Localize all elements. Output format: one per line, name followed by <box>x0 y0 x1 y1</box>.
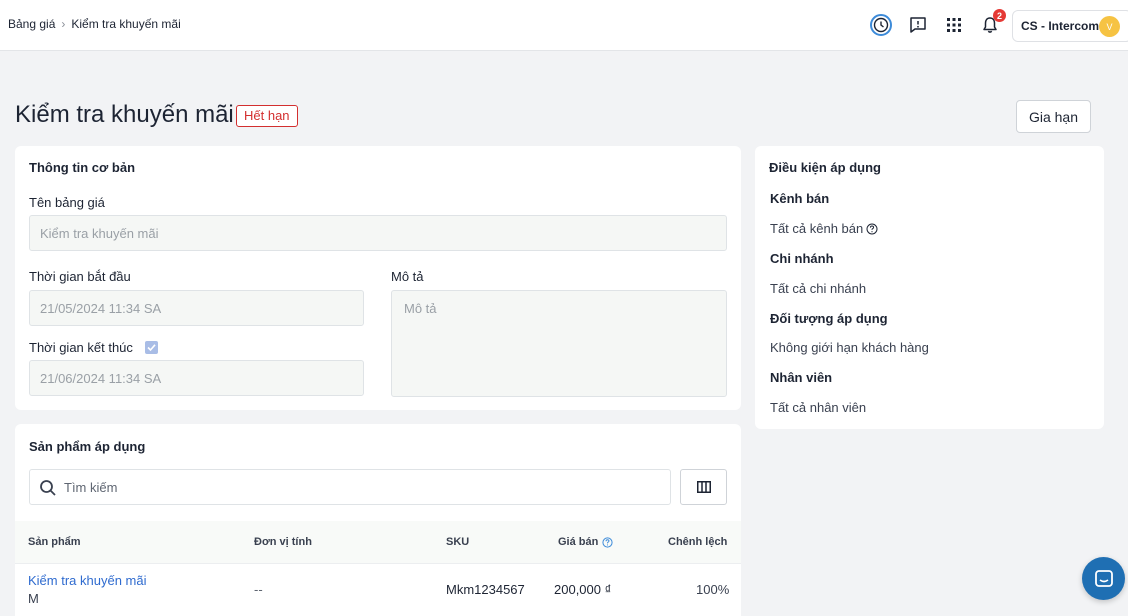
end-time-checkbox[interactable] <box>145 341 158 354</box>
product-price: 200,000 ₫ <box>554 582 612 597</box>
apps-grid-icon[interactable] <box>943 14 965 36</box>
breadcrumb-current: Kiểm tra khuyến mãi <box>71 17 181 31</box>
products-card: Sản phẩm áp dụng Sản phẩm Đơn vị tính SK… <box>15 424 741 616</box>
card-title: Điều kiện áp dụng <box>769 160 881 175</box>
breadcrumb-link-price-list[interactable]: Bảng giá <box>8 17 55 31</box>
branch-heading: Chi nhánh <box>770 251 834 266</box>
end-time-label: Thời gian kết thúc <box>29 340 133 355</box>
column-header-product: Sản phẩm <box>28 536 81 548</box>
status-badge: Hết hạn <box>236 105 298 127</box>
card-title: Sản phẩm áp dụng <box>29 439 146 454</box>
column-settings-button[interactable] <box>680 469 727 505</box>
product-unit: -- <box>254 582 263 597</box>
name-label: Tên bảng giá <box>29 195 105 210</box>
feedback-icon[interactable] <box>907 14 929 36</box>
top-bar: Bảng giá › Kiểm tra khuyến mãi 2 CS - In… <box>0 0 1128 51</box>
column-header-price: Giá bán <box>558 536 613 548</box>
conditions-card: Điều kiện áp dụng Kênh bán Tất cả kênh b… <box>755 146 1104 429</box>
sales-channel-value: Tất cả kênh bán <box>770 221 878 236</box>
product-name-link[interactable]: Kiểm tra khuyến mãi <box>28 573 147 588</box>
sales-channel-text: Tất cả kênh bán <box>770 221 864 236</box>
page-title: Kiểm tra khuyến mãi <box>15 101 234 128</box>
name-field[interactable]: Kiểm tra khuyến mãi <box>29 215 727 251</box>
product-sku: Mkm1234567 <box>446 582 525 597</box>
start-time-field[interactable]: 21/05/2024 11:34 SA <box>29 290 364 326</box>
search-box <box>29 469 671 505</box>
card-title: Thông tin cơ bản <box>29 160 136 175</box>
column-header-sku: SKU <box>446 536 470 548</box>
chevron-right-icon: › <box>61 17 66 31</box>
target-value: Không giới hạn khách hàng <box>770 340 929 355</box>
table-header: Sản phẩm Đơn vị tính SKU Giá bán Chênh l… <box>15 521 741 564</box>
search-input[interactable] <box>64 478 654 496</box>
column-header-diff: Chênh lệch <box>668 536 728 548</box>
account-name: CS - Intercom <box>1021 19 1100 33</box>
staff-value: Tất cả nhân viên <box>770 400 867 415</box>
sales-channel-heading: Kênh bán <box>770 191 830 206</box>
column-header-unit: Đơn vị tính <box>254 536 312 548</box>
check-icon <box>147 344 156 352</box>
columns-icon <box>696 481 711 493</box>
description-label: Mô tả <box>391 269 424 284</box>
notification-badge: 2 <box>993 9 1006 22</box>
account-switcher[interactable]: CS - Intercom V <box>1012 10 1128 42</box>
product-diff: 100% <box>696 582 730 597</box>
renew-button[interactable]: Gia hạn <box>1016 100 1091 133</box>
avatar: V <box>1099 16 1120 37</box>
column-header-price-label: Giá bán <box>558 536 599 548</box>
target-heading: Đối tượng áp dụng <box>770 311 888 326</box>
basic-info-card: Thông tin cơ bản Tên bảng giá Kiểm tra k… <box>15 146 741 410</box>
help-icon[interactable] <box>602 536 613 548</box>
help-icon[interactable] <box>866 223 878 235</box>
breadcrumb: Bảng giá › Kiểm tra khuyến mãi <box>8 17 181 31</box>
chat-icon <box>1094 569 1113 587</box>
search-icon <box>40 480 56 496</box>
end-time-field[interactable]: 21/06/2024 11:34 SA <box>29 360 364 396</box>
chat-button[interactable] <box>1082 557 1125 600</box>
start-time-label: Thời gian bắt đầu <box>29 269 131 284</box>
support-icon[interactable] <box>870 14 892 36</box>
branch-value: Tất cả chi nhánh <box>770 281 867 296</box>
description-field[interactable]: Mô tả <box>391 290 727 397</box>
product-variant: M <box>28 591 39 606</box>
staff-heading: Nhân viên <box>770 370 833 385</box>
bell-icon[interactable]: 2 <box>979 9 1006 36</box>
